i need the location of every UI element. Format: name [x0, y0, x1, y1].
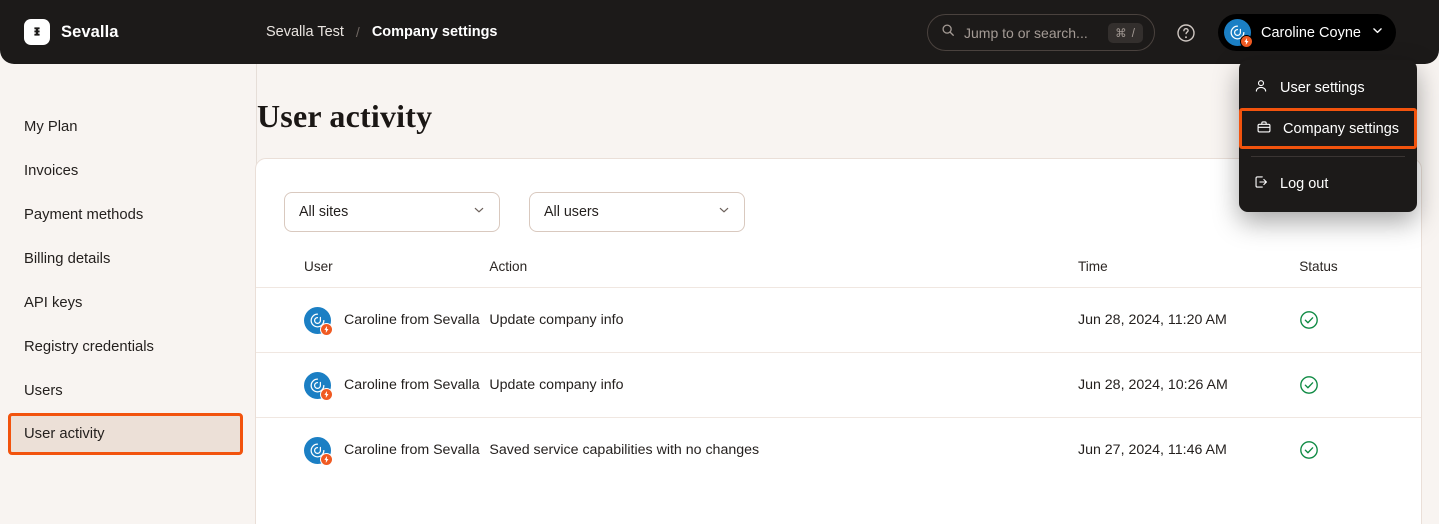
sidebar-item-label: API keys — [24, 295, 82, 311]
sidebar-item-label: Registry credentials — [24, 339, 154, 355]
sidebar-item-label: Invoices — [24, 163, 78, 179]
cell-status — [1299, 288, 1421, 353]
sidebar-item-billing-details[interactable]: Billing details — [0, 237, 256, 281]
search-shortcut-badge: ⌘ / — [1108, 23, 1143, 43]
sevalla-logo-icon — [24, 19, 50, 45]
check-circle-icon — [1299, 375, 1319, 395]
sites-filter-select[interactable]: All sites — [284, 192, 500, 232]
column-header-user: User — [256, 259, 489, 288]
user-menu-button[interactable]: Caroline Coyne — [1218, 14, 1396, 51]
search-placeholder: Jump to or search... — [964, 25, 1099, 41]
help-circle-icon[interactable] — [1174, 21, 1198, 45]
menu-divider — [1251, 156, 1405, 157]
breadcrumb-item-current[interactable]: Company settings — [372, 24, 498, 40]
brand-logo[interactable]: Sevalla — [24, 19, 119, 45]
status-badge — [1299, 375, 1421, 395]
check-circle-icon — [1299, 440, 1319, 460]
cell-action: Saved service capabilities with no chang… — [489, 418, 1078, 483]
status-badge — [1299, 440, 1421, 460]
cell-time: Jun 28, 2024, 10:26 AM — [1078, 353, 1299, 418]
table-header: User Action Time Status — [256, 259, 1421, 288]
lightning-bolt-icon — [320, 323, 333, 336]
avatar — [1224, 19, 1251, 46]
sidebar-item-label: Billing details — [24, 251, 110, 267]
cell-action: Update company info — [489, 353, 1078, 418]
sidebar-item-label: Payment methods — [24, 207, 143, 223]
lightning-bolt-icon — [320, 388, 333, 401]
sidebar-item-invoices[interactable]: Invoices — [0, 149, 256, 193]
activity-card: All sites All users — [255, 158, 1422, 524]
briefcase-icon — [1256, 119, 1272, 139]
breadcrumb-separator: / — [356, 24, 360, 40]
sidebar-item-payment-methods[interactable]: Payment methods — [0, 193, 256, 237]
column-header-status: Status — [1299, 259, 1421, 288]
column-header-action: Action — [489, 259, 1078, 288]
table-row[interactable]: Caroline from Sevalla Update company inf… — [256, 353, 1421, 418]
cell-status — [1299, 418, 1421, 483]
menu-item-log-out[interactable]: Log out — [1239, 164, 1417, 204]
breadcrumb-item-org[interactable]: Sevalla Test — [266, 24, 344, 40]
sites-filter-value: All sites — [299, 204, 472, 220]
user-name: Caroline from Sevalla — [344, 377, 480, 393]
lightning-bolt-icon — [320, 453, 333, 466]
top-bar: Sevalla Sevalla Test / Company settings … — [0, 0, 1439, 64]
menu-item-label: User settings — [1280, 80, 1365, 96]
user-name: Caroline from Sevalla — [344, 442, 480, 458]
menu-item-label: Company settings — [1283, 121, 1399, 137]
search-icon — [941, 23, 955, 42]
user-name-label: Caroline Coyne — [1261, 25, 1361, 41]
chevron-down-icon — [472, 203, 486, 221]
app-root: Sevalla Sevalla Test / Company settings … — [0, 0, 1439, 524]
avatar — [304, 372, 331, 399]
sidebar-item-api-keys[interactable]: API keys — [0, 281, 256, 325]
table-header-row: User Action Time Status — [256, 259, 1421, 288]
status-badge — [1299, 310, 1421, 330]
user-activity-table: User Action Time Status — [256, 259, 1421, 483]
table-row[interactable]: Caroline from Sevalla Update company inf… — [256, 288, 1421, 353]
cell-user: Caroline from Sevalla — [256, 353, 489, 418]
breadcrumb: Sevalla Test / Company settings — [266, 0, 498, 64]
user-dropdown-menu: User settings Company settings Log out — [1239, 60, 1417, 212]
cell-time: Jun 28, 2024, 11:20 AM — [1078, 288, 1299, 353]
sidebar-item-label: User activity — [24, 426, 105, 442]
avatar — [304, 307, 331, 334]
cell-action: Update company info — [489, 288, 1078, 353]
user-name: Caroline from Sevalla — [344, 312, 480, 328]
lightning-bolt-icon — [1240, 35, 1253, 48]
person-icon — [1253, 78, 1269, 98]
users-filter-value: All users — [544, 204, 717, 220]
menu-item-label: Log out — [1280, 176, 1328, 192]
search-input[interactable]: Jump to or search... ⌘ / — [927, 14, 1155, 51]
menu-item-user-settings[interactable]: User settings — [1239, 68, 1417, 108]
sidebar-item-my-plan[interactable]: My Plan — [0, 105, 256, 149]
sidebar: My Plan Invoices Payment methods Billing… — [0, 64, 257, 524]
chevron-down-icon — [1371, 24, 1384, 42]
brand-name: Sevalla — [61, 23, 119, 42]
menu-item-company-settings[interactable]: Company settings — [1239, 108, 1417, 149]
cell-time: Jun 27, 2024, 11:46 AM — [1078, 418, 1299, 483]
column-header-time: Time — [1078, 259, 1299, 288]
sidebar-item-users[interactable]: Users — [0, 369, 256, 413]
sidebar-item-user-activity[interactable]: User activity — [8, 413, 243, 455]
sidebar-item-label: My Plan — [24, 119, 77, 135]
logout-icon — [1253, 174, 1269, 194]
avatar — [304, 437, 331, 464]
chevron-down-icon — [717, 203, 731, 221]
table-row[interactable]: Caroline from Sevalla Saved service capa… — [256, 418, 1421, 483]
cell-user: Caroline from Sevalla — [256, 288, 489, 353]
cell-user: Caroline from Sevalla — [256, 418, 489, 483]
page-title: User activity — [257, 98, 432, 135]
users-filter-select[interactable]: All users — [529, 192, 745, 232]
check-circle-icon — [1299, 310, 1319, 330]
cell-status — [1299, 353, 1421, 418]
sidebar-item-label: Users — [24, 383, 63, 399]
table-body: Caroline from Sevalla Update company inf… — [256, 288, 1421, 483]
sidebar-item-registry-credentials[interactable]: Registry credentials — [0, 325, 256, 369]
